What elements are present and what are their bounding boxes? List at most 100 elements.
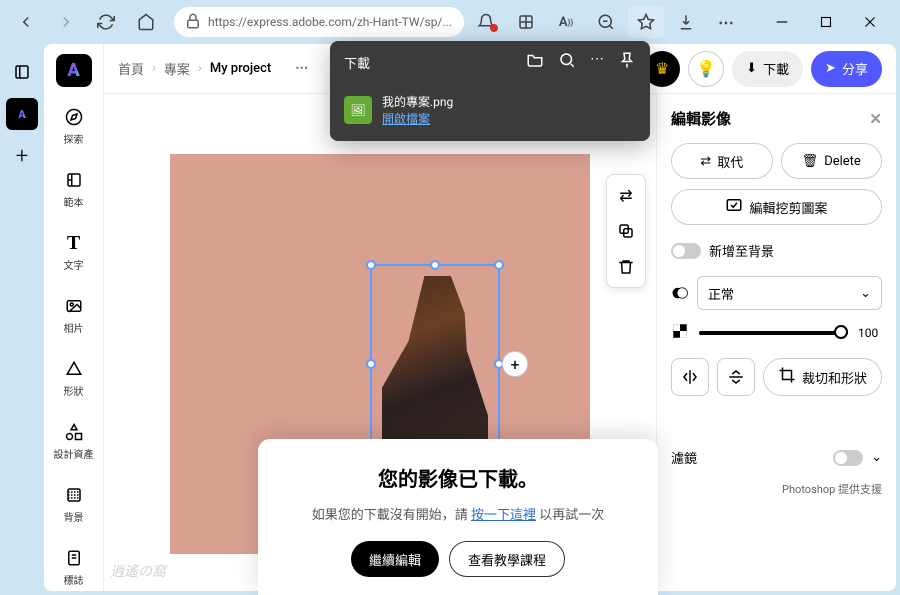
notification-icon[interactable]: [468, 6, 504, 38]
breadcrumb: 首頁 › 專案 › My project ⋯: [118, 59, 308, 78]
close-window-button[interactable]: [848, 6, 892, 38]
swap-icon[interactable]: ⇄: [614, 183, 638, 207]
right-panel: 編輯影像 ✕ ⇄取代 🗑Delete 編輯挖剪圖案 新增至背景 正常 ⌄ 100: [656, 94, 896, 591]
open-file-link[interactable]: 開啟檔案: [382, 110, 453, 127]
home-button[interactable]: [128, 6, 164, 38]
app-logo[interactable]: A: [56, 54, 92, 87]
resize-handle[interactable]: [366, 359, 376, 369]
resize-handle[interactable]: [494, 260, 504, 270]
filter-toggle[interactable]: [833, 450, 863, 466]
downloads-popover: 下載 ⋯ 🖼 我的專案.png 開啟檔案: [330, 41, 650, 141]
crown-icon: ♛: [655, 59, 669, 78]
chevron-down-icon: ⌄: [860, 286, 871, 301]
new-tab-button[interactable]: +: [6, 140, 38, 172]
favorite-icon[interactable]: [628, 6, 664, 38]
delete-button[interactable]: 🗑Delete: [781, 143, 883, 179]
text-icon: T: [62, 231, 86, 255]
image-subject: [382, 276, 488, 462]
maximize-button[interactable]: [804, 6, 848, 38]
watermark: 逍遙の窩: [110, 561, 166, 581]
filter-section[interactable]: 濾鏡 ⌄: [671, 442, 882, 473]
delete-icon[interactable]: [614, 255, 638, 279]
forward-button[interactable]: [48, 6, 84, 38]
duplicate-icon[interactable]: [614, 219, 638, 243]
slider-thumb[interactable]: [834, 325, 848, 339]
download-filename: 我的專案.png: [382, 93, 453, 110]
template-icon: [62, 168, 86, 192]
breadcrumb-current[interactable]: My project: [210, 61, 271, 76]
minimize-button[interactable]: [760, 6, 804, 38]
download-complete-modal: 您的影像已下載。 如果您的下載沒有開始，請 按一下這裡 以再試一次 繼續編輯 查…: [258, 439, 658, 595]
url-bar[interactable]: https://express.adobe.com/zh-Hant-TW/sp/…: [174, 7, 464, 37]
sidebar-templates[interactable]: 範本: [44, 164, 103, 213]
modal-subtitle: 如果您的下載沒有開始，請 按一下這裡 以再試一次: [278, 504, 638, 523]
chevron-right-icon: ›: [152, 61, 156, 76]
modal-title: 您的影像已下載。: [278, 463, 638, 492]
blend-mode-select[interactable]: 正常 ⌄: [697, 276, 882, 310]
cutout-icon: [725, 196, 743, 218]
sidebar-background[interactable]: 背景: [44, 479, 103, 528]
selection-box[interactable]: +: [370, 264, 500, 464]
add-to-bg-toggle[interactable]: [671, 243, 701, 259]
downloads-icon[interactable]: [668, 6, 704, 38]
more-icon[interactable]: ⋯: [708, 6, 744, 38]
tab-adobe-express[interactable]: A: [6, 98, 38, 130]
sidebar-photos[interactable]: 相片: [44, 290, 103, 339]
chevron-down-icon: ⌄: [871, 450, 882, 465]
download-item[interactable]: 🖼 我的專案.png 開啟檔案: [330, 83, 650, 141]
lightbulb-icon: 💡: [696, 59, 716, 78]
lock-icon: [184, 12, 202, 33]
search-icon[interactable]: [558, 51, 576, 73]
resize-handle[interactable]: [366, 260, 376, 270]
asset-icon: [62, 420, 86, 444]
download-button[interactable]: ⬇下載: [732, 51, 803, 87]
replace-button[interactable]: ⇄取代: [671, 143, 773, 179]
resize-handle[interactable]: [430, 260, 440, 270]
zoom-out-icon[interactable]: [588, 6, 624, 38]
hint-button[interactable]: 💡: [688, 51, 724, 87]
back-button[interactable]: [8, 6, 44, 38]
crop-icon: [778, 366, 796, 388]
retry-link[interactable]: 按一下這裡: [471, 508, 536, 523]
flip-h-button[interactable]: [671, 358, 709, 396]
more-icon[interactable]: ⋯: [295, 61, 308, 76]
sidebar-explore[interactable]: 探索: [44, 101, 103, 150]
app-sidebar: A 探索 範本 T文字 相片 形狀 設計資產 背景 標誌: [44, 44, 104, 591]
breadcrumb-home[interactable]: 首頁: [118, 59, 144, 78]
downloads-title: 下載: [344, 53, 370, 72]
sidebar-assets[interactable]: 設計資產: [44, 416, 103, 465]
sidebar-text[interactable]: T文字: [44, 227, 103, 276]
edit-cutout-button[interactable]: 編輯挖剪圖案: [671, 189, 882, 225]
chevron-right-icon: ›: [198, 61, 202, 76]
download-icon: ⬇: [746, 61, 757, 76]
view-tutorial-button[interactable]: 查看教學課程: [449, 541, 565, 577]
opacity-icon: [671, 322, 689, 344]
share-button[interactable]: ➤分享: [811, 51, 882, 87]
pin-icon[interactable]: [618, 51, 636, 73]
add-element-button[interactable]: +: [502, 351, 528, 377]
opacity-slider[interactable]: [699, 331, 848, 335]
send-icon: ➤: [825, 61, 836, 76]
tabs-toggle-icon[interactable]: [6, 56, 38, 88]
extensions-icon[interactable]: [508, 6, 544, 38]
sidebar-logo[interactable]: 標誌: [44, 542, 103, 591]
read-aloud-icon[interactable]: A)): [548, 6, 584, 38]
more-icon[interactable]: ⋯: [590, 51, 604, 73]
folder-icon[interactable]: [526, 51, 544, 73]
blend-icon: [671, 284, 689, 302]
floating-toolbar: ⇄: [606, 174, 646, 288]
flip-v-button[interactable]: [717, 358, 755, 396]
crop-shape-button[interactable]: 裁切和形狀: [763, 358, 882, 396]
close-panel-icon[interactable]: ✕: [869, 110, 882, 128]
sidebar-shapes[interactable]: 形狀: [44, 353, 103, 402]
breadcrumb-projects[interactable]: 專案: [164, 59, 190, 78]
replace-icon: ⇄: [700, 154, 711, 169]
add-to-bg-label: 新增至背景: [709, 241, 774, 260]
panel-title: 編輯影像: [671, 108, 731, 129]
continue-edit-button[interactable]: 繼續編輯: [351, 541, 439, 577]
opacity-value: 100: [858, 326, 882, 340]
background-icon: [62, 483, 86, 507]
shape-icon: [62, 357, 86, 381]
refresh-button[interactable]: [88, 6, 124, 38]
compass-icon: [62, 105, 86, 129]
